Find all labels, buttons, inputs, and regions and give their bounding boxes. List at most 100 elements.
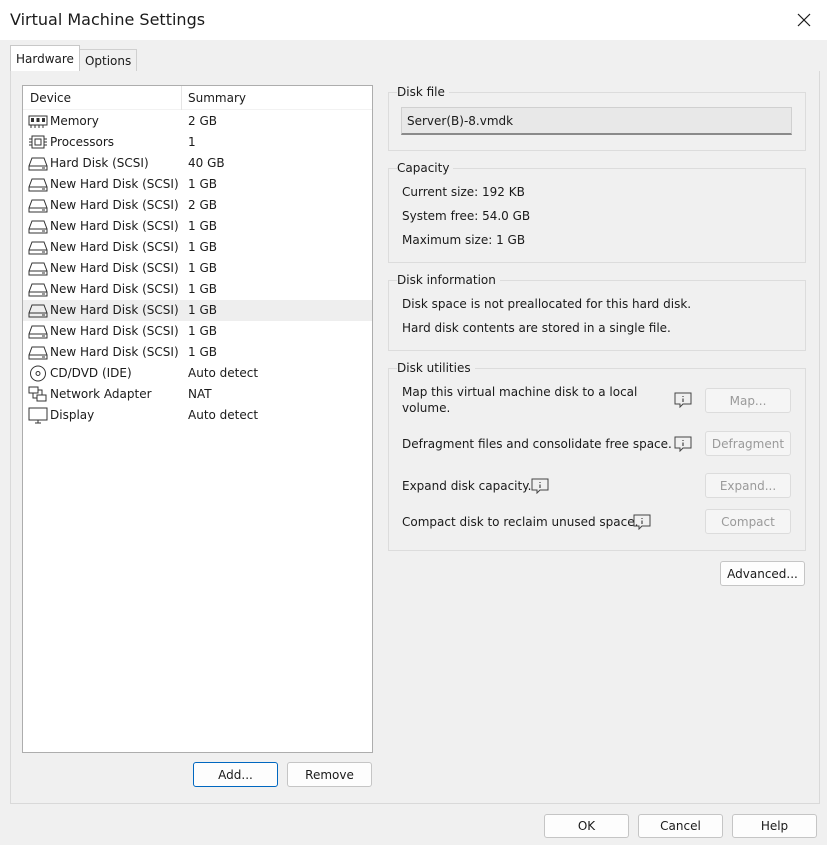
device-summary: 1 GB (188, 240, 217, 254)
title-bar: Virtual Machine Settings (0, 0, 827, 40)
map-description-line-2: volume. (402, 401, 451, 415)
device-summary: 1 (188, 135, 196, 149)
device-row[interactable]: CD/DVD (IDE) Auto detect (23, 363, 372, 384)
device-row[interactable]: New Hard Disk (SCSI) 2 GB (23, 195, 372, 216)
current-size-text: Current size: 192 KB (402, 185, 525, 199)
hard-disk-icon (28, 302, 48, 319)
device-summary: Auto detect (188, 408, 259, 422)
tab-options[interactable]: Options (78, 49, 138, 71)
device-name: New Hard Disk (SCSI) (50, 303, 179, 317)
device-name: New Hard Disk (SCSI) (50, 345, 179, 359)
close-button[interactable] (781, 0, 827, 40)
hard-disk-icon (28, 323, 48, 340)
device-name: Display (50, 408, 95, 422)
device-row[interactable]: New Hard Disk (SCSI) 1 GB (23, 237, 372, 258)
close-icon (797, 13, 811, 27)
hard-disk-icon (28, 176, 48, 193)
expand-description: Expand disk capacity. (402, 479, 532, 493)
device-summary: 1 GB (188, 345, 217, 359)
device-summary: 2 GB (188, 198, 217, 212)
device-name: New Hard Disk (SCSI) (50, 324, 179, 338)
device-name: New Hard Disk (SCSI) (50, 240, 179, 254)
defragment-button[interactable]: Defragment (705, 431, 791, 456)
device-list[interactable]: Device Summary Memory 2 GB Processors 1 Hard… (22, 85, 373, 753)
ok-button[interactable]: OK (544, 814, 629, 838)
device-name: New Hard Disk (SCSI) (50, 177, 179, 191)
device-name: New Hard Disk (SCSI) (50, 261, 179, 275)
device-summary: 40 GB (188, 156, 225, 170)
device-summary: 1 GB (188, 177, 217, 191)
device-name: Memory (50, 114, 99, 128)
device-row[interactable]: Processors 1 (23, 132, 372, 153)
cancel-button[interactable]: Cancel (638, 814, 723, 838)
device-summary: 1 GB (188, 324, 217, 338)
disk-information-group-label: Disk information (397, 273, 500, 287)
compact-description: Compact disk to reclaim unused space. (402, 515, 639, 529)
add-button[interactable]: Add... (193, 762, 278, 787)
device-name: New Hard Disk (SCSI) (50, 219, 179, 233)
device-row[interactable]: New Hard Disk (SCSI) 1 GB (23, 342, 372, 363)
expand-button[interactable]: Expand... (705, 473, 791, 498)
disk-info-line-1: Disk space is not preallocated for this … (402, 297, 692, 311)
device-row[interactable]: New Hard Disk (SCSI) 1 GB (23, 174, 372, 195)
device-row[interactable]: New Hard Disk (SCSI) 1 GB (23, 258, 372, 279)
cd-dvd-icon (28, 365, 48, 382)
capacity-group-label: Capacity (397, 161, 454, 175)
tab-hardware[interactable]: Hardware (10, 45, 80, 71)
maximum-size-text: Maximum size: 1 GB (402, 233, 526, 247)
disk-information-group (388, 280, 806, 351)
map-button[interactable]: Map... (705, 388, 791, 413)
device-row[interactable]: New Hard Disk (SCSI) 1 GB (23, 321, 372, 342)
network-adapter-icon (28, 386, 48, 403)
device-summary: 1 GB (188, 303, 217, 317)
device-summary: 1 GB (188, 261, 217, 275)
processor-icon (28, 134, 48, 151)
window-title: Virtual Machine Settings (10, 10, 206, 29)
remove-button[interactable]: Remove (287, 762, 372, 787)
device-summary: Auto detect (188, 366, 259, 380)
info-icon[interactable] (674, 392, 692, 409)
device-name: Processors (50, 135, 115, 149)
hard-disk-icon (28, 218, 48, 235)
device-name: New Hard Disk (SCSI) (50, 282, 179, 296)
display-icon (28, 407, 48, 424)
device-row[interactable]: Network Adapter NAT (23, 384, 372, 405)
device-row[interactable]: New Hard Disk (SCSI) 1 GB (23, 300, 372, 321)
column-header-device[interactable]: Device (23, 86, 182, 110)
device-summary: 1 GB (188, 219, 217, 233)
defrag-description: Defragment files and consolidate free sp… (402, 437, 672, 451)
hard-disk-icon (28, 260, 48, 277)
disk-file-group-label: Disk file (397, 85, 449, 99)
device-row[interactable]: New Hard Disk (SCSI) 1 GB (23, 279, 372, 300)
disk-info-line-2: Hard disk contents are stored in a singl… (402, 321, 671, 335)
system-free-text: System free: 54.0 GB (402, 209, 531, 223)
device-row[interactable]: Display Auto detect (23, 405, 372, 426)
hard-disk-icon (28, 281, 48, 298)
memory-icon (28, 113, 48, 130)
list-header: Device Summary (23, 86, 372, 110)
device-summary: NAT (188, 387, 212, 401)
disk-utilities-group-label: Disk utilities (397, 361, 475, 375)
column-header-summary[interactable]: Summary (182, 86, 246, 110)
device-name: New Hard Disk (SCSI) (50, 198, 179, 212)
help-button[interactable]: Help (732, 814, 817, 838)
advanced-button[interactable]: Advanced... (720, 561, 805, 586)
device-row[interactable]: New Hard Disk (SCSI) 1 GB (23, 216, 372, 237)
compact-button[interactable]: Compact (705, 509, 791, 534)
map-description-line-1: Map this virtual machine disk to a local (402, 385, 638, 399)
hard-disk-icon (28, 344, 48, 361)
info-icon[interactable] (633, 514, 651, 531)
device-summary: 2 GB (188, 114, 217, 128)
hard-disk-icon (28, 239, 48, 256)
info-icon[interactable] (674, 436, 692, 453)
device-row[interactable]: Hard Disk (SCSI) 40 GB (23, 153, 372, 174)
device-name: Network Adapter (50, 387, 152, 401)
disk-file-field[interactable]: Server(B)-8.vmdk (401, 107, 792, 135)
device-row[interactable]: Memory 2 GB (23, 111, 372, 132)
info-icon[interactable] (531, 478, 549, 495)
hard-disk-icon (28, 155, 48, 172)
tab-bar: Hardware Options (10, 45, 138, 71)
hard-disk-icon (28, 197, 48, 214)
device-name: Hard Disk (SCSI) (50, 156, 149, 170)
device-name: CD/DVD (IDE) (50, 366, 132, 380)
